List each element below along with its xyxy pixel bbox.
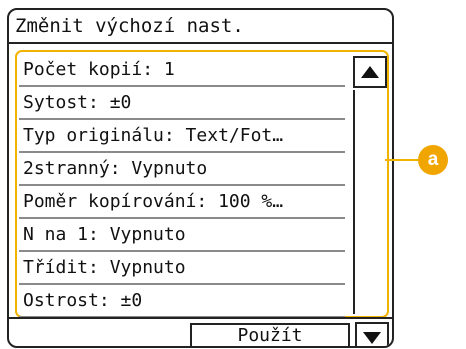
- copy-settings-screen: Změnit výchozí nast. Počet kopií: 1 Syto…: [7, 8, 394, 348]
- list-item-two-sided[interactable]: 2stranný: Vypnuto: [19, 153, 345, 186]
- scroll-up-button[interactable]: [353, 56, 387, 88]
- triangle-up-icon: [361, 66, 379, 78]
- list-item-density[interactable]: Sytost: ±0: [19, 87, 345, 120]
- list-item-copies[interactable]: Počet kopií: 1: [19, 54, 345, 87]
- scroll-track: [353, 90, 387, 314]
- list-item-collate[interactable]: Třídit: Vypnuto: [19, 252, 345, 285]
- list-item-copy-ratio[interactable]: Poměr kopírování: 100 %…: [19, 186, 345, 219]
- list-item-original-type[interactable]: Typ originálu: Text/Fot…: [19, 120, 345, 153]
- settings-list: Počet kopií: 1 Sytost: ±0 Typ originálu:…: [19, 54, 345, 318]
- list-item-sharpness[interactable]: Ostrost: ±0: [19, 285, 345, 318]
- footer-divider: [9, 317, 392, 319]
- screen-title: Změnit výchozí nast.: [9, 10, 392, 44]
- scroll-down-button[interactable]: [355, 322, 389, 346]
- list-item-n-on-1[interactable]: N na 1: Vypnuto: [19, 219, 345, 252]
- callout-badge: a: [418, 145, 448, 175]
- apply-button[interactable]: Použít: [190, 323, 350, 346]
- triangle-down-icon: [363, 332, 381, 344]
